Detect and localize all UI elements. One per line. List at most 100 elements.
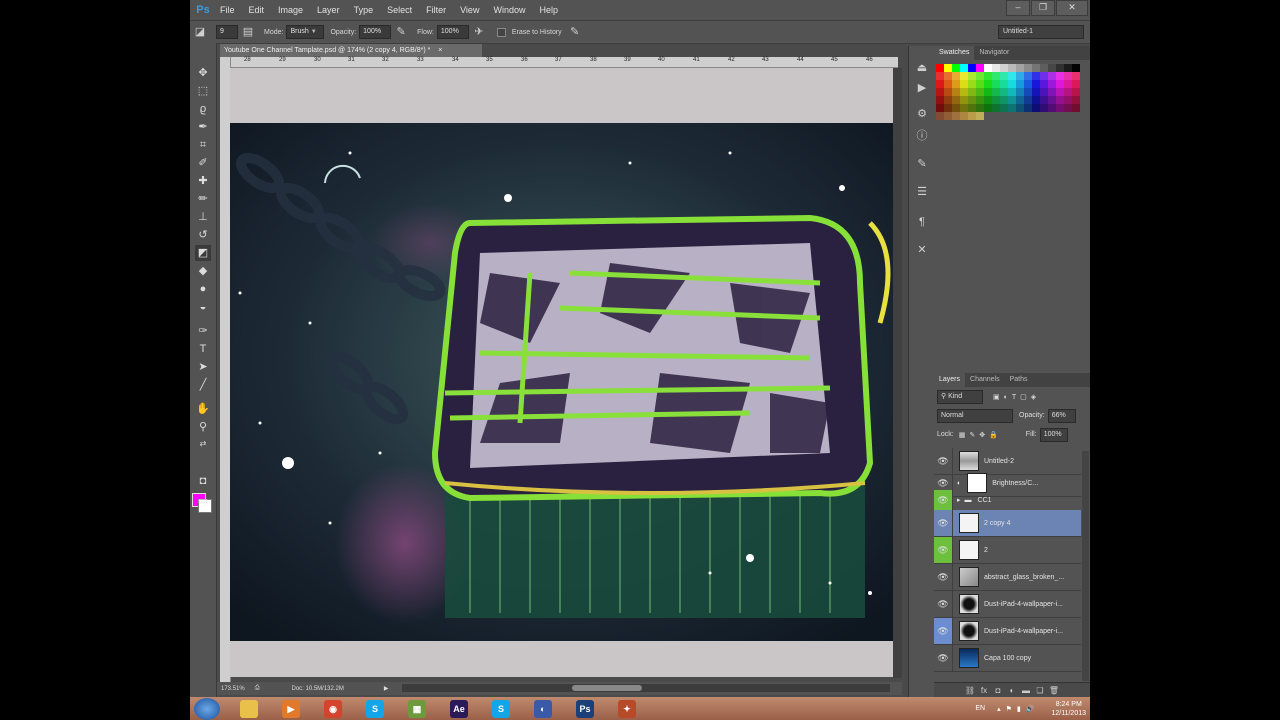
layer-group-row[interactable]: 👁 ▸ ▬ CC1	[934, 490, 1081, 511]
color-swatch[interactable]	[960, 104, 968, 112]
color-swatch[interactable]	[1072, 64, 1080, 72]
color-swatch[interactable]	[1048, 112, 1056, 120]
document-tab[interactable]: Youtube One Channel Tamplate.psd @ 174% …	[220, 44, 482, 57]
scroll-thumb[interactable]	[572, 685, 642, 691]
color-swatch[interactable]	[1064, 96, 1072, 104]
new-group-icon[interactable]: ▬	[1019, 686, 1033, 695]
color-swatch[interactable]	[1072, 80, 1080, 88]
menu-help[interactable]: Help	[532, 0, 565, 20]
color-swatch[interactable]	[1024, 88, 1032, 96]
color-swatch[interactable]	[944, 72, 952, 80]
color-swatch[interactable]	[968, 96, 976, 104]
color-swatch[interactable]	[1048, 64, 1056, 72]
document-canvas[interactable]	[230, 68, 893, 677]
visibility-eye-icon[interactable]: 👁	[934, 645, 953, 671]
color-swatch[interactable]	[1000, 104, 1008, 112]
taskbar-app-browser[interactable]: ◐	[525, 698, 561, 719]
airbrush-icon[interactable]: ✈	[472, 25, 486, 39]
color-swatch[interactable]	[976, 64, 984, 72]
menu-window[interactable]: Window	[486, 0, 532, 20]
menu-filter[interactable]: Filter	[419, 0, 453, 20]
color-swatch[interactable]	[936, 112, 944, 120]
taskbar-app-after-effects[interactable]: Ae	[441, 698, 477, 719]
color-swatch[interactable]	[1048, 80, 1056, 88]
color-swatch[interactable]	[1016, 96, 1024, 104]
color-swatch[interactable]	[1024, 112, 1032, 120]
history-panel-icon[interactable]: ⏏	[914, 60, 930, 76]
color-swatch[interactable]	[936, 96, 944, 104]
pressure-opacity-icon[interactable]: ✎	[394, 25, 408, 39]
brush-size-picker[interactable]: 9	[216, 25, 238, 39]
layer-style-icon[interactable]: fx	[977, 686, 991, 695]
color-swatch[interactable]	[976, 80, 984, 88]
color-swatch[interactable]	[992, 88, 1000, 96]
color-swatch[interactable]	[960, 72, 968, 80]
color-swatch[interactable]	[1064, 88, 1072, 96]
clone-stamp-tool-icon[interactable]: ⊥	[195, 209, 211, 225]
color-swatch[interactable]	[1008, 104, 1016, 112]
erase-to-history-checkbox[interactable]	[496, 27, 506, 37]
color-swatch[interactable]	[1024, 104, 1032, 112]
lasso-tool-icon[interactable]: ϱ	[195, 101, 211, 117]
color-swatch[interactable]	[936, 64, 944, 72]
color-swatch[interactable]	[968, 88, 976, 96]
color-swatch[interactable]	[1000, 80, 1008, 88]
color-swatch[interactable]	[984, 96, 992, 104]
new-layer-icon[interactable]: ❏	[1033, 686, 1047, 695]
color-swatch[interactable]	[1008, 96, 1016, 104]
color-swatch[interactable]	[936, 88, 944, 96]
color-swatch[interactable]	[944, 96, 952, 104]
color-swatch[interactable]	[1048, 104, 1056, 112]
color-swatch[interactable]	[1024, 64, 1032, 72]
color-swatch[interactable]	[1072, 96, 1080, 104]
visibility-eye-icon[interactable]: 👁	[934, 510, 953, 536]
eraser-tool-icon[interactable]: ◩	[195, 245, 211, 261]
menu-select[interactable]: Select	[380, 0, 419, 20]
info-panel-icon[interactable]: ⓘ	[914, 128, 930, 144]
color-swatch[interactable]	[1072, 88, 1080, 96]
new-adjustment-icon[interactable]: ◐	[1005, 686, 1019, 695]
eraser-tool-preset-icon[interactable]: ◪	[193, 25, 207, 39]
color-swatch[interactable]	[936, 104, 944, 112]
language-indicator[interactable]: EN	[975, 705, 985, 712]
close-button[interactable]: ✕	[1056, 0, 1088, 16]
color-swatch[interactable]	[1016, 88, 1024, 96]
marquee-tool-icon[interactable]: ⬚	[195, 83, 211, 99]
color-swatch[interactable]	[1056, 96, 1064, 104]
color-swatch[interactable]	[1040, 72, 1048, 80]
brush-presets-panel-icon[interactable]: ✎	[914, 156, 930, 172]
color-swatch[interactable]	[1040, 96, 1048, 104]
color-swatch[interactable]	[1072, 72, 1080, 80]
actions-panel-icon[interactable]: ▶	[914, 80, 930, 96]
color-swatch[interactable]	[960, 96, 968, 104]
dodge-tool-icon[interactable]: ◒	[195, 299, 211, 315]
color-swatch[interactable]	[984, 80, 992, 88]
color-swatch[interactable]	[1008, 88, 1016, 96]
close-tab-icon[interactable]: ×	[438, 47, 442, 54]
color-swatch[interactable]	[968, 72, 976, 80]
tab-layers[interactable]: Layers	[934, 373, 966, 387]
taskbar-app-media[interactable]: ▶	[273, 698, 309, 719]
menu-image[interactable]: Image	[271, 0, 310, 20]
color-swatch[interactable]	[952, 96, 960, 104]
color-swatch[interactable]	[976, 72, 984, 80]
color-swatch[interactable]	[1032, 112, 1040, 120]
vertical-scrollbar[interactable]	[893, 68, 902, 678]
color-swatch[interactable]	[944, 64, 952, 72]
layer-row[interactable]: 👁 Capa 100 copy	[934, 645, 1081, 672]
disclosure-triangle-icon[interactable]: ▸	[957, 496, 961, 504]
zoom-level[interactable]: 173.51%	[221, 686, 245, 692]
color-swatch[interactable]	[1040, 64, 1048, 72]
color-swatch[interactable]	[992, 96, 1000, 104]
menu-layer[interactable]: Layer	[310, 0, 347, 20]
crop-tool-icon[interactable]: ⌗	[195, 137, 211, 153]
color-swatch[interactable]	[1064, 80, 1072, 88]
menu-type[interactable]: Type	[347, 0, 381, 20]
filter-icons[interactable]: ▣◐T▢◈	[993, 393, 1040, 401]
color-swatch[interactable]	[952, 80, 960, 88]
color-swatch[interactable]	[968, 112, 976, 120]
color-swatch[interactable]	[1048, 96, 1056, 104]
taskbar-app-skype[interactable]: S	[357, 698, 393, 719]
color-swatch[interactable]	[976, 88, 984, 96]
kind-filter-select[interactable]: ⚲ Kind	[937, 389, 983, 404]
